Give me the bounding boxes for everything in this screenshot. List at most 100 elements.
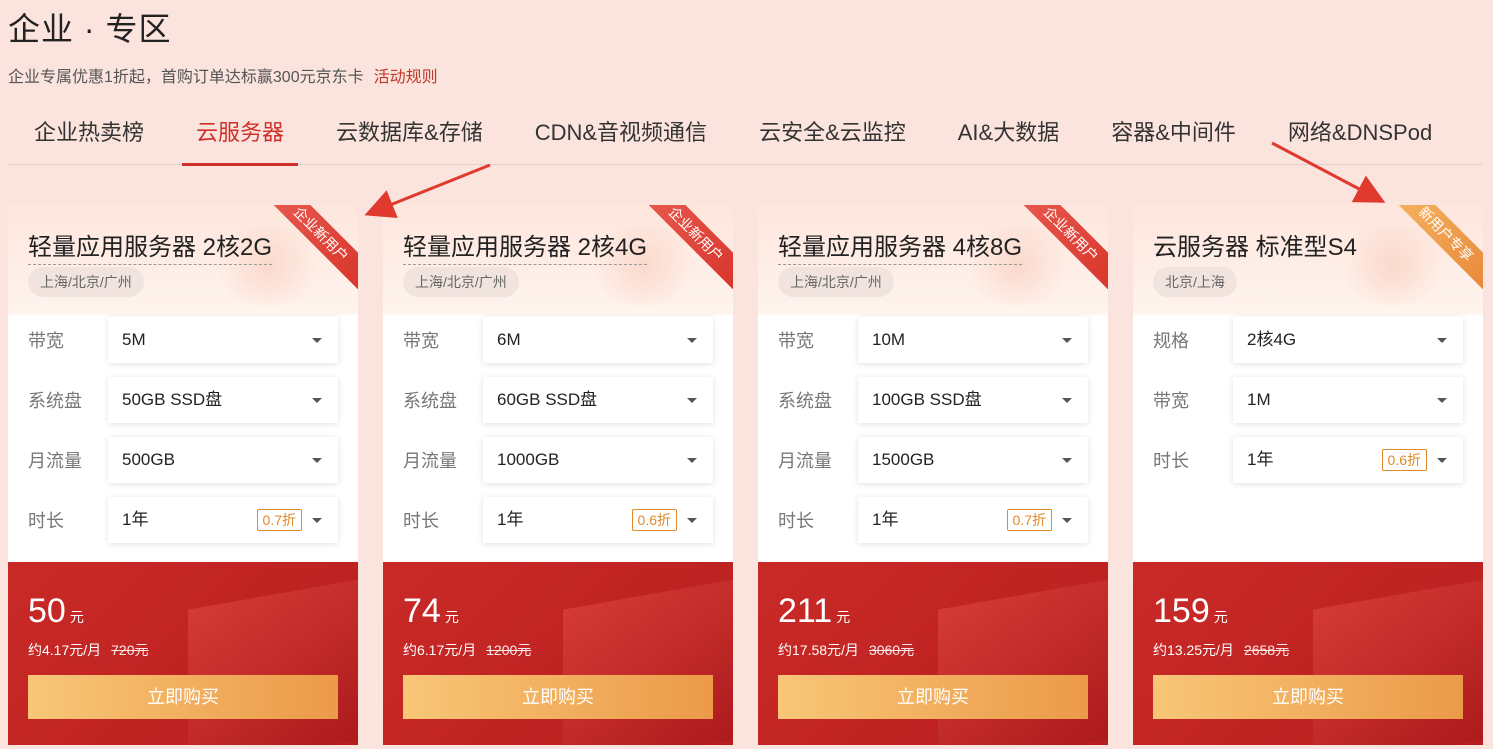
duration-select[interactable]: 1年 0.7折 [858,497,1088,543]
row-label: 月流量 [403,451,457,471]
price-value: 211 [778,592,833,630]
select-value: 10M [872,330,906,349]
config-row: 时长 1年 0.6折 [403,497,713,543]
row-label: 系统盘 [778,391,832,411]
disk-select[interactable]: 60GB SSD盘 [483,377,713,423]
page-title: 企业 · 专区 [8,11,172,47]
config-row: 月流量 1500GB [778,437,1088,483]
monthly-value: 约6.17元/月 [403,642,477,658]
config-row: 时长 1年 0.7折 [778,497,1088,543]
discount-badge: 0.7折 [1006,509,1052,531]
server-box-decoration [938,574,1108,745]
select-value: 60GB SSD盘 [497,390,598,409]
monthly-price: 约4.17元/月 720元 [28,640,149,660]
discount-badge: 0.6折 [631,509,677,531]
chevron-down-icon [312,338,322,343]
select-value: 2核4G [1247,330,1297,349]
region-tag: 上海/北京/广州 [778,267,894,297]
buy-button[interactable]: 立即购买 [403,675,713,719]
duration-select[interactable]: 1年 0.6折 [483,497,713,543]
price-unit: 元 [69,609,84,625]
traffic-select[interactable]: 500GB [108,437,338,483]
row-label: 月流量 [28,451,82,471]
row-label: 带宽 [403,331,439,351]
config-row: 带宽 5M [28,317,338,363]
duration-select[interactable]: 1年 0.6折 [1233,437,1463,483]
config-row: 系统盘 60GB SSD盘 [403,377,713,423]
price-panel: 211 元 约17.58元/月 3060元 立即购买 [758,562,1108,745]
buy-button[interactable]: 立即购买 [1153,675,1463,719]
disk-select[interactable]: 50GB SSD盘 [108,377,338,423]
bandwidth-select[interactable]: 10M [858,317,1088,363]
price-unit: 元 [444,609,459,625]
tab-security-monitor[interactable]: 云安全&云监控 [733,108,932,165]
chevron-down-icon [1062,398,1072,403]
tab-database-storage[interactable]: 云数据库&存储 [310,108,509,165]
page-subtitle: 企业专属优惠1折起，首购订单达标赢300元京东卡 活动规则 [8,63,438,87]
buy-button[interactable]: 立即购买 [28,675,338,719]
tab-cloud-server[interactable]: 云服务器 [170,108,310,166]
config-row: 系统盘 100GB SSD盘 [778,377,1088,423]
chevron-down-icon [687,338,697,343]
server-box-decoration [563,574,733,745]
chevron-down-icon [687,518,697,523]
select-value: 1年 [872,510,899,529]
product-card: 企业新用户 轻量应用服务器 2核2G 上海/北京/广州 带宽 5M 系统盘 50… [8,205,358,745]
row-label: 时长 [28,511,64,531]
tab-container-middleware[interactable]: 容器&中间件 [1085,108,1262,165]
select-value: 1000GB [497,450,560,469]
chevron-down-icon [1437,458,1447,463]
chevron-down-icon [1062,338,1072,343]
server-box-decoration [1313,574,1483,745]
tab-hot[interactable]: 企业热卖榜 [8,108,170,165]
row-label: 带宽 [1153,391,1189,411]
select-value: 6M [497,330,521,349]
price: 50 元 [28,592,84,631]
product-name[interactable]: 轻量应用服务器 2核2G [28,227,273,265]
spec-select[interactable]: 2核4G [1233,317,1463,363]
buy-button[interactable]: 立即购买 [778,675,1088,719]
product-name[interactable]: 云服务器 标准型S4 [1153,227,1357,264]
discount-badge: 0.7折 [256,509,302,531]
product-card: 新用户专享 云服务器 标准型S4 北京/上海 规格 2核4G 带宽 1M 时长 … [1133,205,1483,745]
chevron-down-icon [1062,458,1072,463]
tab-network-dnspod[interactable]: 网络&DNSPod [1262,108,1458,165]
chevron-down-icon [1437,398,1447,403]
price-panel: 159 元 约13.25元/月 2658元 立即购买 [1133,562,1483,745]
config-row: 系统盘 50GB SSD盘 [28,377,338,423]
config-row: 时长 1年 0.7折 [28,497,338,543]
select-value: 1M [1247,390,1271,409]
rules-link[interactable]: 活动规则 [374,69,438,86]
chevron-down-icon [312,518,322,523]
bandwidth-select[interactable]: 6M [483,317,713,363]
price-panel: 50 元 约4.17元/月 720元 立即购买 [8,562,358,745]
original-price: 1200元 [486,642,532,658]
price-value: 50 [28,592,66,630]
price: 159 元 [1153,592,1228,631]
price-value: 74 [403,592,441,630]
monthly-value: 约13.25元/月 [1153,642,1234,658]
bandwidth-select[interactable]: 1M [1233,377,1463,423]
product-card: 企业新用户 轻量应用服务器 2核4G 上海/北京/广州 带宽 6M 系统盘 60… [383,205,733,745]
duration-select[interactable]: 1年 0.7折 [108,497,338,543]
monthly-price: 约13.25元/月 2658元 [1153,640,1289,660]
row-label: 系统盘 [403,391,457,411]
row-label: 时长 [1153,451,1189,471]
tab-cdn-media[interactable]: CDN&音视频通信 [509,108,733,165]
traffic-select[interactable]: 1500GB [858,437,1088,483]
product-name[interactable]: 轻量应用服务器 4核8G [778,227,1023,265]
bandwidth-select[interactable]: 5M [108,317,338,363]
traffic-select[interactable]: 1000GB [483,437,713,483]
chevron-down-icon [687,398,697,403]
monthly-price: 约6.17元/月 1200元 [403,640,531,660]
disk-select[interactable]: 100GB SSD盘 [858,377,1088,423]
product-card: 企业新用户 轻量应用服务器 4核8G 上海/北京/广州 带宽 10M 系统盘 1… [758,205,1108,745]
product-name[interactable]: 轻量应用服务器 2核4G [403,227,648,265]
original-price: 720元 [111,642,149,658]
tab-ai-bigdata[interactable]: AI&大数据 [932,108,1085,165]
promo-text: 企业专属优惠1折起，首购订单达标赢300元京东卡 [8,69,364,86]
monthly-price: 约17.58元/月 3060元 [778,640,914,660]
price-value: 159 [1153,592,1210,630]
row-label: 时长 [778,511,814,531]
row-label: 带宽 [778,331,814,351]
